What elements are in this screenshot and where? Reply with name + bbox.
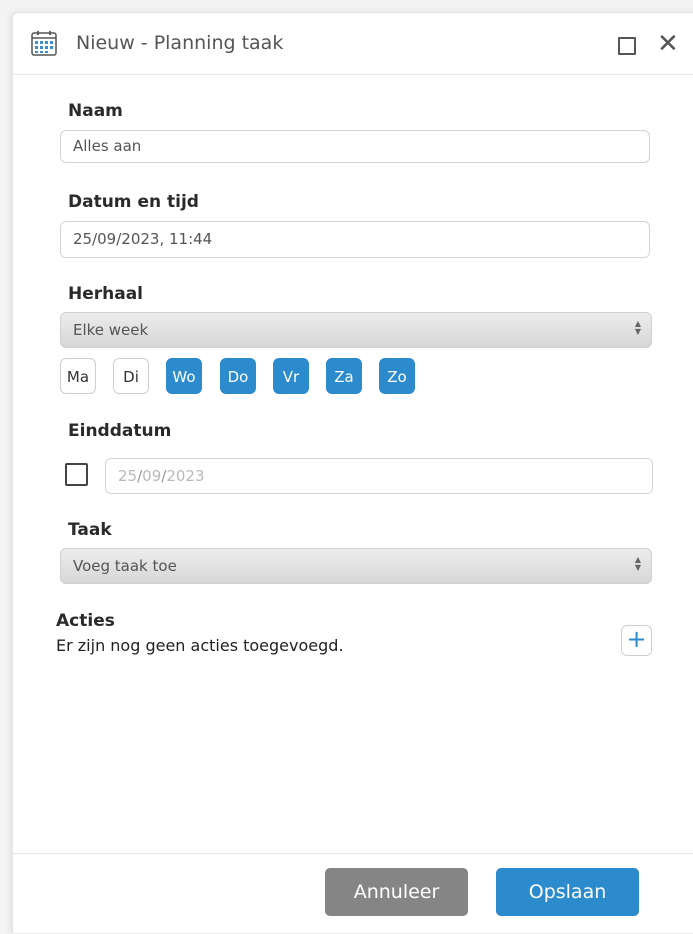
day-toggle-vr[interactable]: Vr bbox=[273, 358, 309, 394]
task-select[interactable]: Voeg taak toe ▲ ▼ bbox=[60, 548, 652, 584]
day-toggle-do[interactable]: Do bbox=[220, 358, 256, 394]
name-label: Naam bbox=[68, 101, 123, 121]
select-arrows-icon: ▲ ▼ bbox=[634, 555, 641, 572]
save-button[interactable]: Opslaan bbox=[496, 868, 639, 916]
task-select-value: Voeg taak toe bbox=[73, 557, 177, 575]
actions-empty-text: Er zijn nog geen acties toegevoegd. bbox=[56, 636, 344, 655]
add-action-button[interactable]: + bbox=[621, 625, 652, 656]
end-date-checkbox[interactable] bbox=[65, 463, 88, 486]
repeat-select[interactable]: Elke week ▲ ▼ bbox=[60, 312, 652, 348]
end-date-label: Einddatum bbox=[68, 421, 172, 441]
task-label: Taak bbox=[68, 520, 112, 540]
day-toggle-zo[interactable]: Zo bbox=[379, 358, 415, 394]
dialog-titlebar: Nieuw - Planning taak ✕ bbox=[13, 13, 693, 75]
datetime-input[interactable]: 25/09/2023, 11:44 bbox=[60, 221, 650, 258]
calendar-icon bbox=[31, 31, 57, 56]
actions-label: Acties bbox=[56, 611, 115, 631]
select-arrows-icon: ▲ ▼ bbox=[634, 319, 641, 336]
day-toggle-ma[interactable]: Ma bbox=[60, 358, 96, 394]
day-toggle-di[interactable]: Di bbox=[113, 358, 149, 394]
plus-icon: + bbox=[626, 625, 647, 653]
day-toggle-za[interactable]: Za bbox=[326, 358, 362, 394]
end-date-day: 25 bbox=[118, 467, 138, 485]
cancel-button[interactable]: Annuleer bbox=[325, 868, 468, 916]
repeat-label: Herhaal bbox=[68, 284, 144, 304]
dialog-title: Nieuw - Planning taak bbox=[76, 32, 284, 54]
datetime-label: Datum en tijd bbox=[68, 192, 199, 212]
end-date-year: 2023 bbox=[166, 467, 205, 485]
repeat-select-value: Elke week bbox=[73, 321, 149, 339]
planning-task-dialog: Nieuw - Planning taak ✕ Naam Alles aan D… bbox=[12, 12, 693, 933]
day-toggle-wo[interactable]: Wo bbox=[166, 358, 202, 394]
close-icon[interactable]: ✕ bbox=[657, 31, 679, 57]
end-date-month: 09 bbox=[142, 467, 162, 485]
maximize-icon[interactable] bbox=[618, 37, 636, 55]
end-date-input[interactable]: 25/09/2023 bbox=[105, 458, 653, 494]
name-input[interactable]: Alles aan bbox=[60, 130, 650, 163]
